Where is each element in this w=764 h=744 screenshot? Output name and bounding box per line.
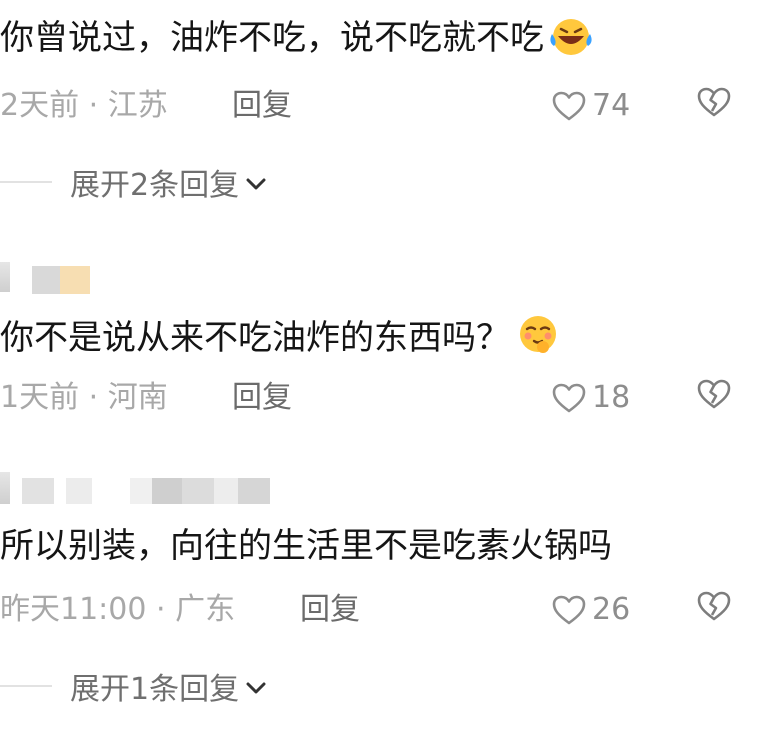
user-row bbox=[0, 262, 764, 296]
heart-outline-icon bbox=[552, 383, 586, 413]
username-redacted bbox=[238, 478, 270, 504]
comment-meta: 1天前 · 河南 回复 18 bbox=[0, 376, 764, 420]
location: 广东 bbox=[175, 592, 236, 627]
dislike-button[interactable] bbox=[696, 590, 732, 635]
shy-face-emoji-icon bbox=[514, 312, 562, 367]
comment-body: 你不是说从来不吃油炸的东西吗？ bbox=[0, 318, 510, 358]
username-redacted[interactable] bbox=[32, 266, 60, 294]
username-redacted bbox=[182, 478, 214, 504]
reply-button[interactable]: 回复 bbox=[300, 588, 360, 632]
like-button[interactable]: 26 bbox=[552, 588, 630, 632]
broken-heart-icon bbox=[697, 379, 731, 409]
dislike-button[interactable] bbox=[696, 378, 732, 423]
like-count: 74 bbox=[592, 88, 631, 123]
timestamp-location: 昨天11:00 · 广东 bbox=[0, 588, 235, 632]
comment-text: 所以别装，向往的生活里不是吃素火锅吗 bbox=[0, 524, 756, 568]
heart-outline-icon bbox=[552, 595, 586, 625]
timestamp-location: 1天前 · 河南 bbox=[0, 376, 168, 420]
heart-outline-icon bbox=[552, 91, 586, 121]
like-count: 26 bbox=[592, 592, 631, 627]
broken-heart-icon bbox=[697, 87, 731, 117]
comment-body: 你曾说过，油炸不吃，说不吃就不吃 bbox=[0, 18, 544, 58]
user-row bbox=[0, 472, 764, 506]
timestamp: 2天前 bbox=[0, 88, 80, 123]
username-redacted bbox=[130, 478, 152, 504]
chevron-down-icon bbox=[245, 669, 267, 704]
username-redacted bbox=[152, 478, 182, 504]
rofl-emoji-icon bbox=[548, 16, 594, 67]
reply-button[interactable]: 回复 bbox=[232, 376, 292, 420]
expand-replies[interactable]: 展开2条回复 bbox=[0, 160, 764, 204]
reply-button[interactable]: 回复 bbox=[232, 84, 292, 128]
like-button[interactable]: 74 bbox=[552, 84, 630, 128]
divider bbox=[0, 181, 52, 183]
username-redacted bbox=[66, 478, 92, 504]
chevron-down-icon bbox=[245, 165, 267, 200]
timestamp: 1天前 bbox=[0, 380, 80, 415]
expand-replies-label[interactable]: 展开1条回复 bbox=[70, 664, 239, 708]
comment-text: 你不是说从来不吃油炸的东西吗？ bbox=[0, 312, 756, 367]
dislike-button[interactable] bbox=[696, 86, 732, 131]
timestamp-location: 2天前 · 江苏 bbox=[0, 84, 168, 128]
broken-heart-icon bbox=[697, 591, 731, 621]
username-redacted bbox=[60, 266, 90, 294]
like-count: 18 bbox=[592, 380, 631, 415]
comment-body: 所以别装，向往的生活里不是吃素火锅吗 bbox=[0, 526, 612, 566]
expand-replies[interactable]: 展开1条回复 bbox=[0, 664, 764, 708]
username-redacted bbox=[22, 478, 54, 504]
meta-separator: · bbox=[88, 380, 99, 415]
expand-replies-label[interactable]: 展开2条回复 bbox=[70, 160, 239, 204]
username-redacted bbox=[214, 478, 238, 504]
comment-text: 你曾说过，油炸不吃，说不吃就不吃 bbox=[0, 16, 756, 67]
avatar[interactable] bbox=[0, 262, 10, 292]
meta-separator: · bbox=[156, 592, 166, 627]
location: 江苏 bbox=[107, 88, 168, 123]
like-button[interactable]: 18 bbox=[552, 376, 630, 420]
meta-separator: · bbox=[88, 88, 99, 123]
comment-meta: 2天前 · 江苏 回复 74 bbox=[0, 84, 764, 128]
divider bbox=[0, 685, 52, 687]
avatar[interactable] bbox=[0, 472, 10, 504]
timestamp: 昨天11:00 bbox=[0, 592, 147, 627]
location: 河南 bbox=[107, 380, 168, 415]
comment-meta: 昨天11:00 · 广东 回复 26 bbox=[0, 588, 764, 632]
